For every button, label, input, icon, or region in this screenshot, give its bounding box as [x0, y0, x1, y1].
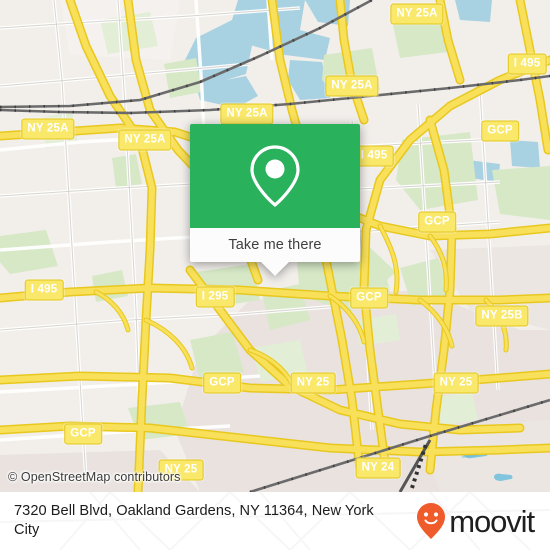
road-shield: NY 25A	[118, 129, 172, 151]
road-shield: NY 25A	[220, 103, 274, 125]
take-me-there-button[interactable]: Take me there	[190, 228, 360, 276]
road-shield: I 295	[195, 286, 235, 308]
moovit-brand[interactable]: moovit	[416, 502, 540, 540]
road-shield: NY 25	[433, 372, 479, 394]
road-shield: I 495	[354, 145, 394, 167]
footer-bar: 7320 Bell Blvd, Oakland Gardens, NY 1136…	[0, 492, 550, 550]
road-shield: GCP	[203, 372, 241, 394]
card-icon-area	[190, 124, 360, 228]
map-attribution: © OpenStreetMap contributors	[8, 470, 181, 484]
road-shield: NY 25A	[325, 75, 379, 97]
road-shield: GCP	[481, 120, 519, 142]
road-shield: NY 25B	[475, 305, 529, 327]
road-shield: I 495	[507, 53, 547, 75]
road-shield: GCP	[350, 287, 388, 309]
road-shield: NY 25A	[390, 3, 444, 25]
road-shield: NY 25	[290, 372, 336, 394]
map-screenshot: NY 25A I 495 NY 25A NY 25A GCP NY 25A NY 25A I …	[0, 0, 550, 550]
location-callout-card[interactable]: Take me there	[190, 124, 360, 276]
moovit-wordmark: moovit	[449, 503, 535, 539]
road-shield: GCP	[418, 211, 456, 233]
road-shield: GCP	[64, 423, 102, 445]
card-pointer-tail	[261, 262, 289, 276]
road-shield: NY 24	[355, 457, 401, 479]
map-pin-icon	[250, 145, 300, 207]
take-me-there-label: Take me there	[228, 237, 322, 253]
moovit-pin-smile-icon	[417, 503, 446, 539]
address-text: 7320 Bell Blvd, Oakland Gardens, NY 1136…	[14, 502, 374, 538]
road-shield: I 495	[24, 279, 64, 301]
road-shield: NY 25A	[21, 118, 75, 140]
